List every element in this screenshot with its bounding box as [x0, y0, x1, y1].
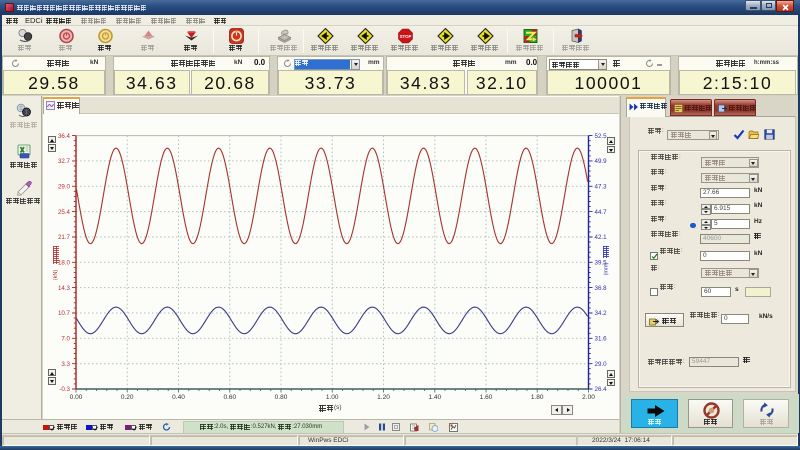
svg-text:44.7: 44.7: [595, 209, 608, 216]
svg-text:0.00: 0.00: [70, 394, 83, 401]
svg-text:47.3: 47.3: [595, 184, 608, 191]
svg-text:29.0: 29.0: [58, 184, 71, 191]
svg-text:-0.3: -0.3: [59, 386, 70, 393]
svg-text:3.3: 3.3: [61, 361, 70, 368]
svg-text:1.60: 1.60: [480, 394, 493, 401]
svg-text:21.7: 21.7: [58, 234, 71, 241]
svg-text:34.2: 34.2: [595, 310, 608, 317]
svg-text:0.20: 0.20: [121, 394, 134, 401]
svg-text:7.0: 7.0: [61, 336, 70, 343]
svg-text:0.60: 0.60: [223, 394, 236, 401]
svg-text:32.7: 32.7: [58, 158, 71, 165]
svg-text:49.9: 49.9: [595, 158, 608, 165]
svg-text:1.40: 1.40: [428, 394, 441, 401]
svg-text:1.20: 1.20: [377, 394, 390, 401]
svg-text:1.00: 1.00: [326, 394, 339, 401]
svg-text:52.5: 52.5: [595, 133, 608, 140]
svg-text:10.7: 10.7: [58, 310, 71, 317]
svg-text:0.40: 0.40: [172, 394, 185, 401]
svg-text:25.4: 25.4: [58, 209, 71, 216]
svg-text:31.6: 31.6: [595, 336, 608, 343]
svg-text:29.0: 29.0: [595, 361, 608, 368]
svg-text:1.80: 1.80: [531, 394, 544, 401]
svg-text:26.4: 26.4: [595, 386, 608, 393]
svg-text:0.80: 0.80: [275, 394, 288, 401]
svg-text:36.4: 36.4: [58, 133, 71, 140]
svg-text:2.00: 2.00: [582, 394, 595, 401]
svg-text:42.1: 42.1: [595, 234, 608, 241]
svg-text:STOP: STOP: [400, 34, 412, 39]
